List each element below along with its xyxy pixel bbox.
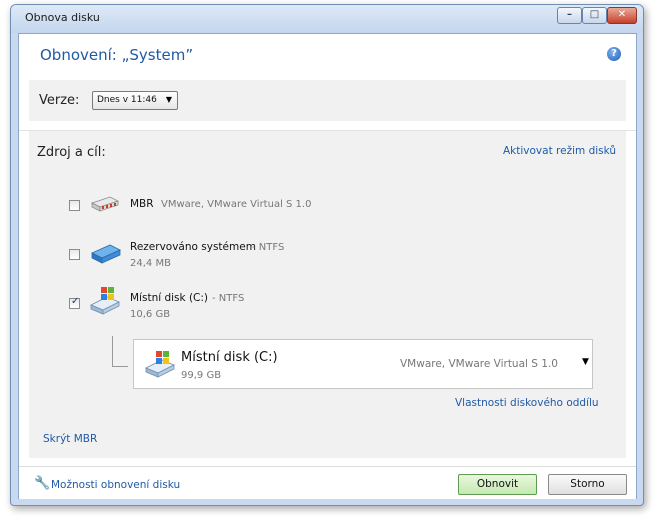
reserved-size: 24,4 MB: [130, 258, 171, 269]
partition-icon: [91, 244, 121, 264]
partition-properties-link[interactable]: Vlastnosti diskového oddílu: [455, 397, 599, 409]
minimize-button[interactable]: –: [557, 7, 582, 24]
restore-button[interactable]: Obnovit: [458, 474, 537, 495]
activate-disk-mode-link[interactable]: Aktivovat režim disků: [503, 145, 616, 157]
reserved-detail: - NTFS: [252, 242, 285, 253]
mbr-disk-icon: [90, 196, 120, 212]
page-title: Obnovení: „System”: [40, 46, 194, 64]
target-partition-select[interactable]: Místní disk (C:) 99,9 GB VMware, VMware …: [133, 339, 593, 389]
target-name: Místní disk (C:): [181, 350, 278, 365]
reserved-name: Rezervováno systémem: [130, 241, 256, 253]
tree-connector: [112, 336, 113, 366]
version-selected-value: Dnes v 11:46: [97, 95, 157, 105]
cancel-button[interactable]: Storno: [548, 474, 627, 495]
reserved-partition-checkbox[interactable]: [69, 249, 80, 260]
restore-window: Obnova disku – □ ✕ Obnovení: „System” ? …: [10, 4, 644, 506]
local-disk-detail: - NTFS: [212, 293, 245, 304]
footer-bar: 🔧 Možnosti obnovení disku Obnovit Storno: [19, 466, 636, 499]
version-panel: Verze: Dnes v 11:46 ▼: [29, 80, 626, 121]
maximize-icon: □: [589, 9, 600, 20]
tree-connector-branch: [112, 366, 128, 367]
target-description: VMware, VMware Virtual S 1.0: [400, 358, 558, 370]
dropdown-arrow-icon[interactable]: ▼: [582, 357, 589, 367]
local-disk-name: Místní disk (C:): [130, 292, 209, 304]
window-title: Obnova disku: [25, 11, 100, 24]
hide-mbr-link[interactable]: Skrýt MBR: [43, 433, 97, 445]
local-disk-size: 10,6 GB: [130, 309, 171, 320]
minimize-icon: –: [567, 9, 572, 20]
mbr-detail: VMware, VMware Virtual S 1.0: [161, 199, 312, 210]
windows-partition-icon: [90, 287, 120, 315]
close-button[interactable]: ✕: [607, 7, 637, 24]
source-target-panel: Zdroj a cíl: Aktivovat režim disků MBR V…: [29, 131, 626, 458]
recovery-options-link[interactable]: Možnosti obnovení disku: [51, 479, 180, 491]
mbr-checkbox[interactable]: [69, 200, 80, 211]
version-label: Verze:: [39, 93, 80, 108]
mbr-name: MBR: [130, 198, 154, 210]
close-icon: ✕: [617, 9, 627, 20]
checkmark-icon: ✓: [71, 296, 80, 307]
wrench-icon: 🔧: [34, 476, 51, 491]
title-bar[interactable]: Obnova disku – □ ✕: [11, 5, 643, 33]
version-select[interactable]: Dnes v 11:46 ▼: [92, 91, 178, 110]
section-title: Zdroj a cíl:: [37, 145, 106, 160]
maximize-button[interactable]: □: [582, 7, 607, 24]
target-size: 99,9 GB: [181, 370, 222, 381]
help-icon[interactable]: ?: [607, 47, 621, 61]
local-disk-checkbox[interactable]: ✓: [69, 296, 80, 309]
windows-partition-icon: [145, 351, 175, 378]
dropdown-arrow-icon: ▼: [165, 95, 172, 104]
client-area: Obnovení: „System” ? Verze: Dnes v 11:46…: [18, 33, 637, 499]
